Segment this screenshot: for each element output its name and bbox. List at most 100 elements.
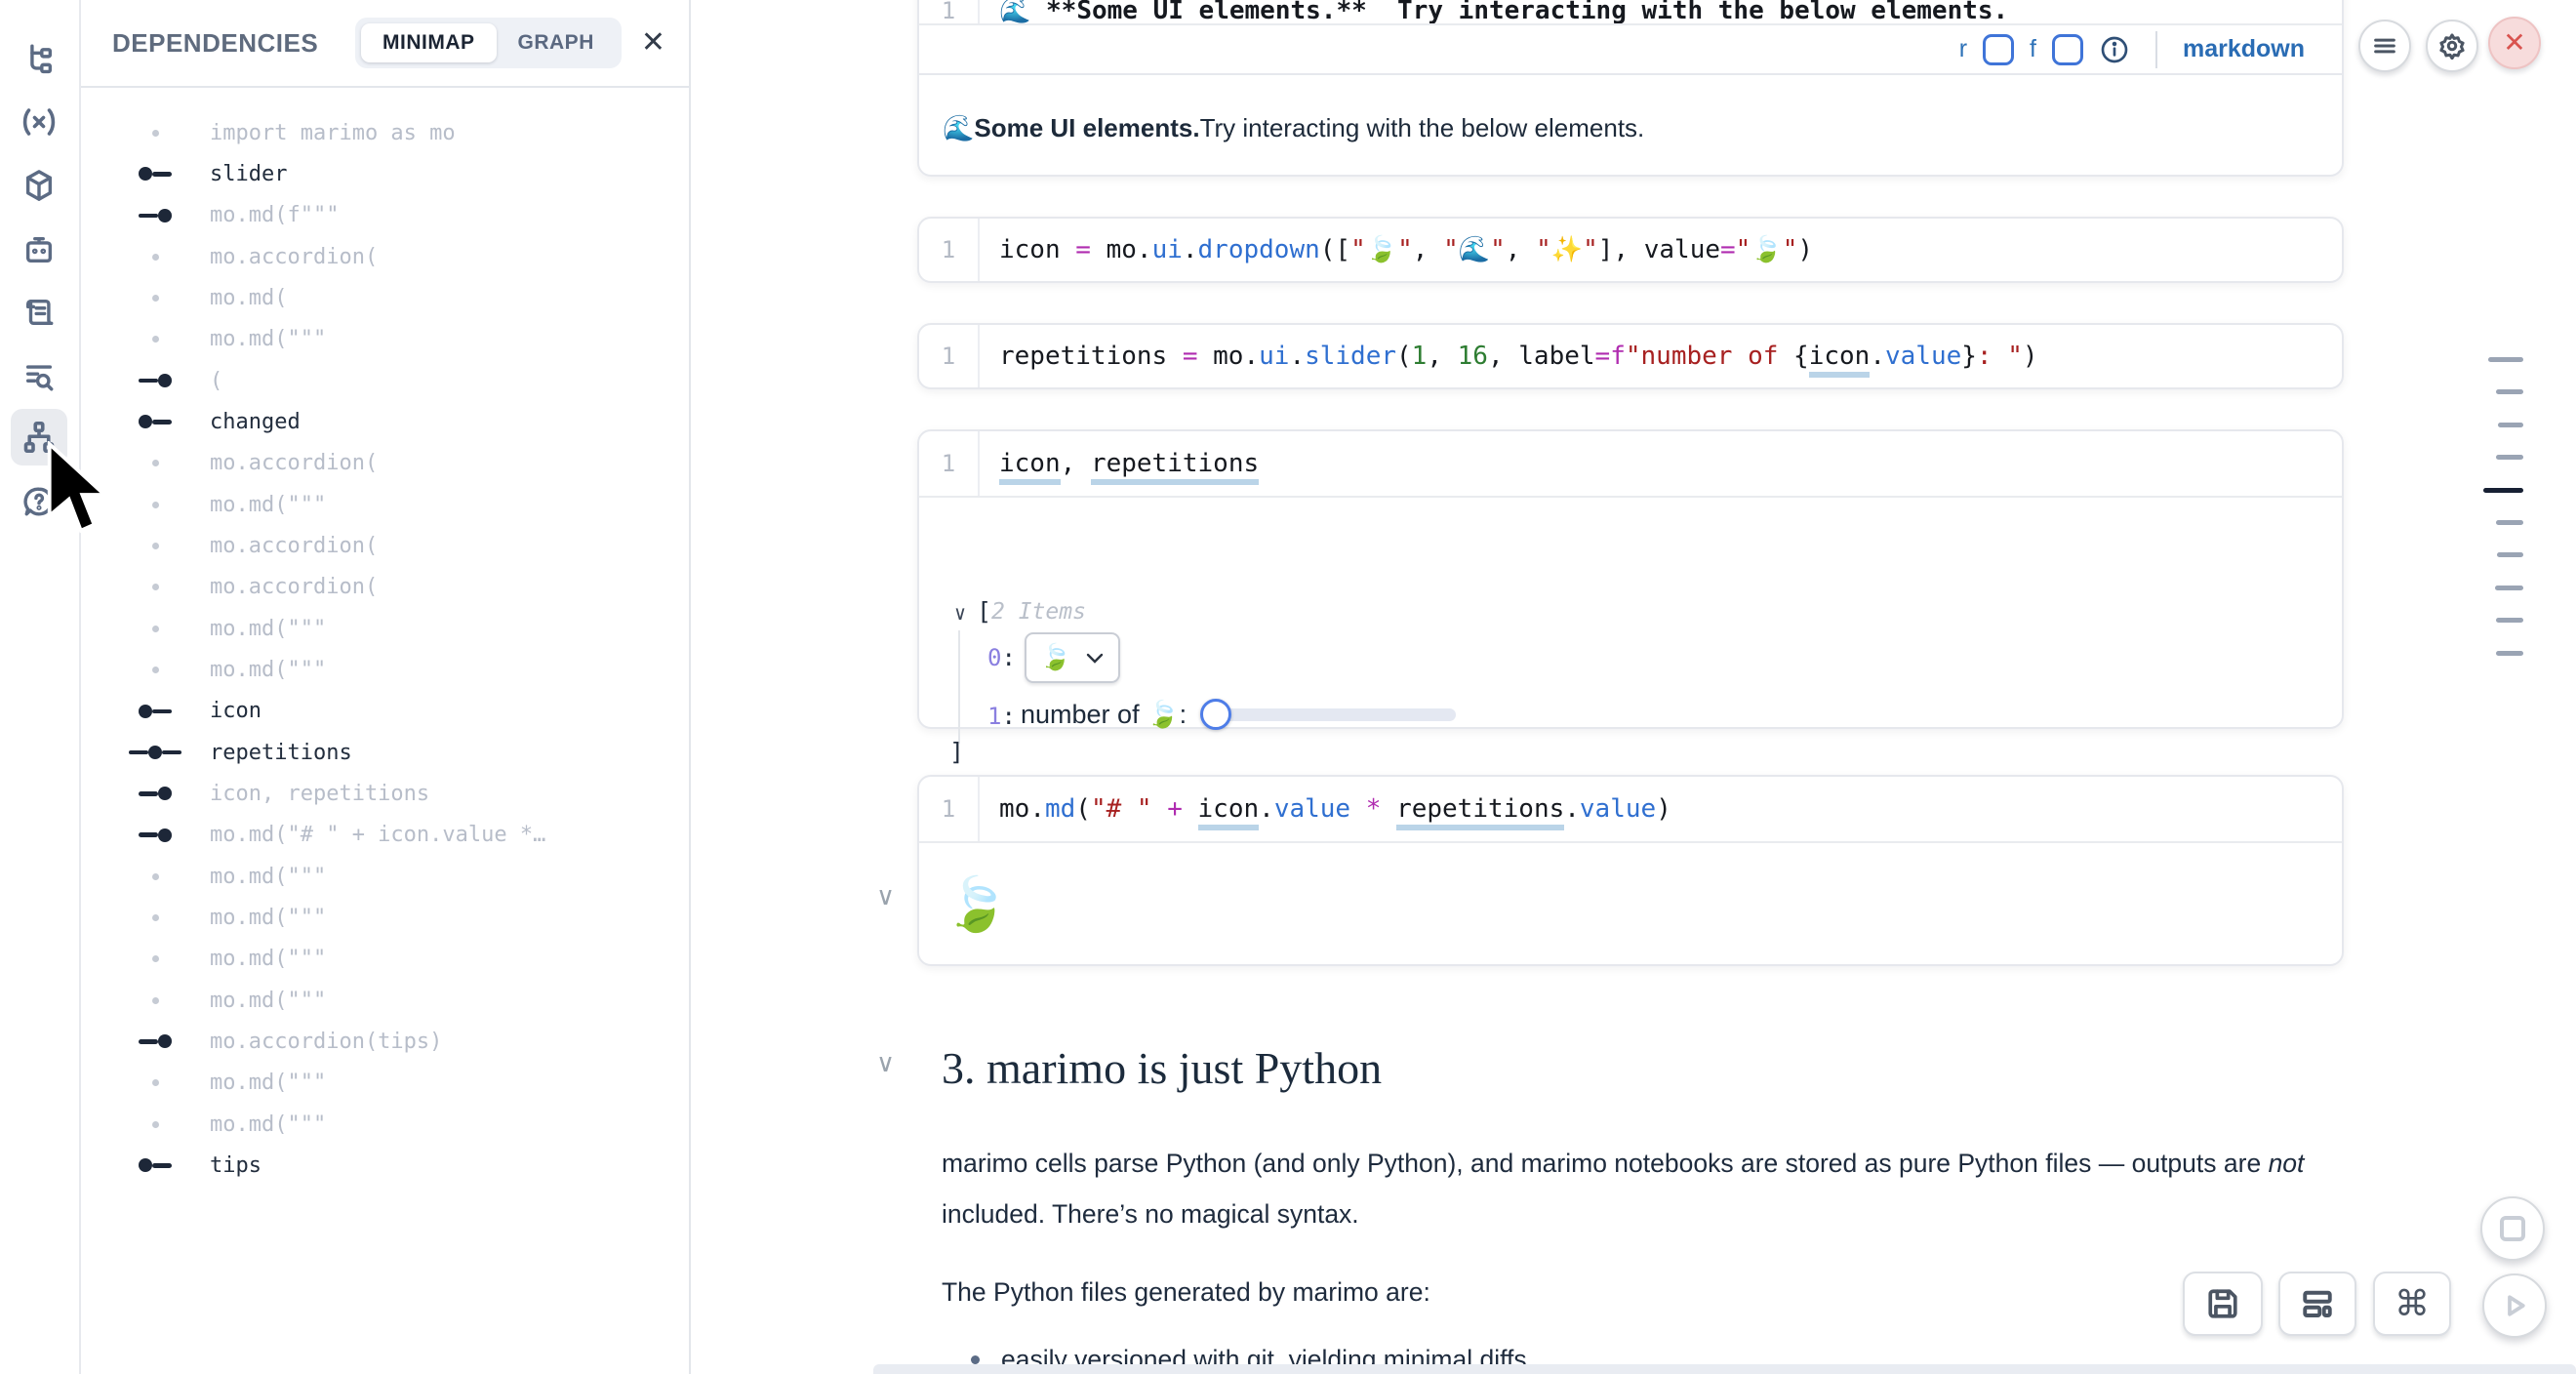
minimap-item-label: mo.md(""": [210, 865, 326, 889]
minimap-cell-marker[interactable]: [2496, 651, 2523, 656]
node-edge-icon: [128, 787, 182, 800]
code-token: .: [1029, 794, 1045, 824]
code-line[interactable]: mo.md("# " + icon.value * repetitions.va…: [999, 794, 1671, 824]
packages-panel-button[interactable]: [11, 157, 67, 214]
code-token: (: [1396, 342, 1412, 371]
snippets-search-panel-button[interactable]: [11, 348, 67, 405]
tab-minimap[interactable]: MINIMAP: [361, 23, 497, 62]
dependencies-panel: DEPENDENCIES MINIMAP GRAPH ✕ import mari…: [79, 0, 691, 1374]
markdown-source-line[interactable]: 🌊 **Some UI elements.** Try interacting …: [999, 0, 2008, 25]
minimap-cell-marker-active[interactable]: [2483, 488, 2523, 493]
minimap-cell-marker[interactable]: [2496, 520, 2523, 525]
notebook-menu-button[interactable]: [2358, 20, 2411, 72]
node-edge-icon: [128, 167, 182, 181]
minimap-item[interactable]: repetitions: [79, 732, 689, 773]
stop-button[interactable]: [2480, 1196, 2545, 1261]
minimap-item[interactable]: mo.md(""": [79, 939, 689, 980]
toggle-r-label: r: [1959, 35, 1967, 63]
minimap-item[interactable]: mo.accordion(tips): [79, 1021, 689, 1062]
minimap-item[interactable]: mo.md(""": [79, 980, 689, 1021]
minimap-item[interactable]: mo.md(""": [79, 856, 689, 897]
minimap-item[interactable]: mo.md(""": [79, 1104, 689, 1145]
cell-code-tuple-output[interactable]: 1 icon, repetitions ∨ [ 2 Items 0: 🍃 1: …: [917, 429, 2344, 729]
shutdown-button[interactable]: ✕: [2488, 17, 2541, 69]
ai-chat-panel-button[interactable]: [11, 222, 67, 278]
minimap-item-label: mo.md(: [210, 286, 287, 310]
section-collapse-chevron[interactable]: ∨: [876, 1048, 895, 1078]
minimap-item[interactable]: mo.accordion(: [79, 567, 689, 608]
node-dot-icon: [128, 584, 182, 590]
minimap-item[interactable]: mo.md(""": [79, 319, 689, 360]
dropdown-selected-value: 🍃: [1040, 645, 1071, 670]
settings-button[interactable]: [2426, 20, 2478, 72]
minimap-item-label: mo.accordion(: [210, 534, 378, 558]
cell-markdown-intro[interactable]: 1 🌊 **Some UI elements.** Try interactin…: [917, 0, 2344, 177]
dropdown-widget[interactable]: 🍃: [1025, 632, 1120, 683]
minimap-item[interactable]: mo.md(""": [79, 484, 689, 525]
minimap-item[interactable]: icon: [79, 691, 689, 732]
minimap-cell-marker[interactable]: [2497, 552, 2523, 557]
language-badge-markdown[interactable]: markdown: [2183, 35, 2305, 63]
minimap-cell-marker[interactable]: [2496, 389, 2523, 394]
paragraph-1: marimo cells parse Python (and only Pyth…: [942, 1138, 2308, 1239]
minimap-item[interactable]: mo.md("# " + icon.value *…: [79, 815, 689, 856]
keyboard-shortcuts-button[interactable]: ⌘: [2373, 1272, 2451, 1336]
output-text: Try interacting with the below elements.: [1200, 113, 1645, 143]
minimap-item[interactable]: slider: [79, 153, 689, 194]
tab-graph[interactable]: GRAPH: [497, 23, 616, 62]
info-icon[interactable]: [2099, 34, 2130, 65]
run-button[interactable]: [2482, 1273, 2547, 1338]
file-tree-panel-button[interactable]: [11, 30, 67, 87]
node-edge-icon: [128, 415, 182, 428]
minimap-item[interactable]: mo.md(""": [79, 897, 689, 938]
panel-close-icon[interactable]: ✕: [641, 28, 665, 58]
minimap-cell-marker[interactable]: [2496, 618, 2523, 623]
minimap-item[interactable]: mo.md(""": [79, 1063, 689, 1104]
minimap-item[interactable]: (: [79, 360, 689, 401]
slider-handle[interactable]: [1200, 699, 1231, 730]
robot-icon: [22, 233, 56, 266]
code-token: ui: [1259, 342, 1289, 371]
minimap-cell-marker[interactable]: [2488, 357, 2523, 362]
minimap-item[interactable]: mo.md(: [79, 277, 689, 318]
minimap-item[interactable]: icon, repetitions: [79, 773, 689, 814]
minimap-item[interactable]: mo.md(f""": [79, 195, 689, 236]
line-number: 1: [919, 325, 980, 387]
minimap-item[interactable]: mo.accordion(: [79, 236, 689, 277]
slider-track[interactable]: [1209, 708, 1456, 721]
minimap-cell-marker[interactable]: [2495, 586, 2523, 590]
minimap-item[interactable]: changed: [79, 401, 689, 442]
tree-collapse-icon[interactable]: ∨: [954, 601, 966, 625]
minimap-item[interactable]: mo.md(""": [79, 608, 689, 649]
code-line[interactable]: icon = mo.ui.dropdown(["🍃", "🌊", "✨"], v…: [999, 235, 1813, 264]
save-icon: [2206, 1287, 2239, 1320]
minimap-item-label: mo.md(""": [210, 327, 326, 351]
code-line[interactable]: icon, repetitions: [999, 449, 1259, 478]
minimap-item[interactable]: import marimo as mo: [79, 112, 689, 153]
code-line[interactable]: repetitions = mo.ui.slider(1, 16, label=…: [999, 342, 2038, 371]
variables-panel-button[interactable]: [11, 94, 67, 150]
code-token: value: [1274, 794, 1350, 824]
minimap-cell-marker[interactable]: [2498, 423, 2523, 427]
minimap-item[interactable]: mo.accordion(: [79, 443, 689, 484]
code-token: 1: [1412, 342, 1428, 371]
cell-code-dropdown[interactable]: 1 icon = mo.ui.dropdown(["🍃", "🌊", "✨"],…: [917, 217, 2344, 283]
toggle-f-checkbox[interactable]: [2052, 34, 2083, 65]
cell-collapse-chevron[interactable]: ∨: [876, 881, 895, 911]
cell-code-slider[interactable]: 1 repetitions = mo.ui.slider(1, 16, labe…: [917, 323, 2344, 389]
code-token: "🌊": [1443, 235, 1506, 264]
node-dot-icon: [128, 254, 182, 261]
minimap-item[interactable]: tips: [79, 1145, 689, 1186]
save-button[interactable]: [2183, 1272, 2263, 1336]
tree-indent-guide: [958, 630, 960, 744]
minimap-cell-marker[interactable]: [2496, 455, 2523, 460]
toggle-r-checkbox[interactable]: [1983, 34, 2014, 65]
markdown-editor[interactable]: 1 🌊 **Some UI elements.** Try interactin…: [919, 0, 2342, 25]
node-dot-icon: [128, 1121, 182, 1128]
layout-button[interactable]: [2278, 1272, 2356, 1336]
bottom-bar-edge: [873, 1364, 2576, 1374]
logs-panel-button[interactable]: [11, 284, 67, 341]
cell-code-md-output[interactable]: 1 mo.md("# " + icon.value * repetitions.…: [917, 775, 2344, 966]
minimap-item[interactable]: mo.accordion(: [79, 525, 689, 566]
minimap-item[interactable]: mo.md(""": [79, 649, 689, 690]
